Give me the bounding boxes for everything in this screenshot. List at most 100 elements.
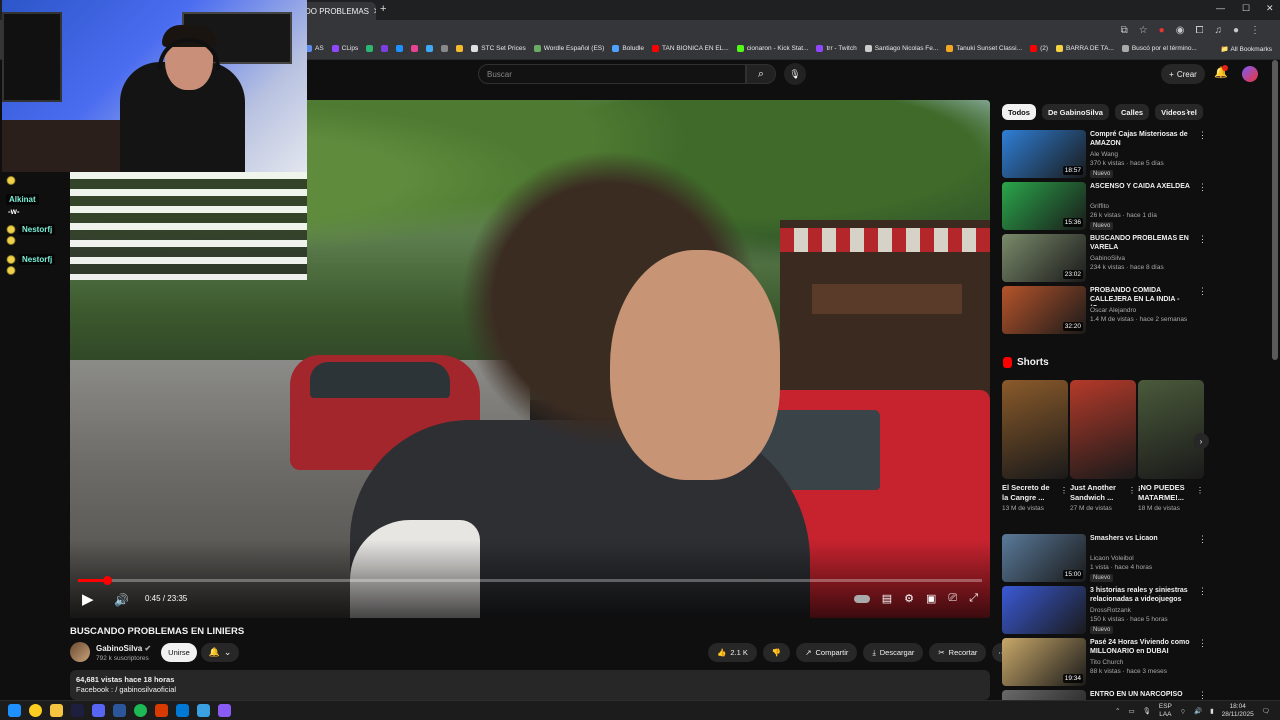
more-vertical-icon[interactable]: ⋮ bbox=[1196, 486, 1204, 495]
bookmark-item[interactable]: Wordle Español (ES) bbox=[533, 45, 604, 52]
progress-bar[interactable] bbox=[78, 576, 982, 585]
bookmark-item[interactable]: trr - Twitch bbox=[816, 45, 857, 52]
steam-icon[interactable] bbox=[71, 704, 84, 717]
bookmark-item[interactable]: BARRA DE TA... bbox=[1056, 45, 1114, 52]
bookmark-item[interactable]: Santiago Nicolas Fe... bbox=[864, 45, 938, 52]
bookmark-item[interactable]: AS bbox=[305, 45, 324, 52]
filter-chip[interactable]: De GabinoSilva bbox=[1041, 104, 1109, 120]
recommended-channel[interactable]: Tito Church bbox=[1090, 659, 1123, 666]
account-avatar[interactable] bbox=[1242, 66, 1258, 82]
extension-red-icon[interactable]: ● bbox=[1159, 25, 1165, 36]
bookmark-item[interactable] bbox=[396, 45, 404, 52]
bookmark-item[interactable]: Buscó por el término... bbox=[1121, 45, 1197, 52]
maximize-icon[interactable]: ☐ bbox=[1242, 3, 1250, 14]
more-vertical-icon[interactable]: ⋮ bbox=[1198, 130, 1207, 141]
discord-icon[interactable] bbox=[92, 704, 105, 717]
recommended-title[interactable]: Smashers vs Licaon bbox=[1090, 534, 1194, 543]
miniplayer-icon[interactable]: ▣ bbox=[926, 592, 936, 605]
recommended-channel[interactable]: Licaon Voleibol bbox=[1090, 555, 1134, 562]
subscribe-bell-button[interactable]: 🔔 ⌄ bbox=[201, 643, 239, 662]
star-icon[interactable]: ☆ bbox=[1139, 25, 1148, 36]
app-icon[interactable] bbox=[218, 704, 231, 717]
bookmark-item[interactable]: Tanuki Sunset Classi... bbox=[946, 45, 1022, 52]
short-title[interactable]: ¡NO PUEDES MATARME!... bbox=[1138, 483, 1192, 503]
video-thumbnail[interactable]: 15:00 bbox=[1002, 534, 1086, 582]
bookmark-item[interactable] bbox=[381, 45, 389, 52]
bookmark-item[interactable] bbox=[456, 45, 464, 52]
bookmark-item[interactable]: TAN BIONICA EN EL... bbox=[652, 45, 729, 52]
recommended-video[interactable]: 3 historias reales y siniestras relacion… bbox=[1002, 586, 1207, 634]
recommended-channel[interactable]: Ale Wang bbox=[1090, 151, 1118, 158]
speaker-icon[interactable]: 🔊 bbox=[1194, 707, 1202, 715]
create-button[interactable]: + Crear bbox=[1161, 64, 1205, 84]
notification-center-icon[interactable]: 🗨 bbox=[1262, 707, 1270, 715]
filter-chip[interactable]: Calles bbox=[1114, 104, 1150, 120]
mic-tray-icon[interactable]: 🎙 bbox=[1143, 707, 1151, 715]
recommended-channel[interactable]: Griffito bbox=[1090, 203, 1109, 210]
bookmark-item[interactable]: Boludle bbox=[612, 45, 644, 52]
recommended-title[interactable]: ASCENSO Y CAIDA AXELDEA bbox=[1090, 182, 1194, 191]
cast-tv-icon[interactable]: ⎚ bbox=[948, 592, 957, 605]
close-window-icon[interactable]: ✕ bbox=[1266, 3, 1274, 14]
battery-icon[interactable]: ▭ bbox=[1128, 707, 1134, 715]
page-scrollbar[interactable] bbox=[1272, 60, 1278, 360]
bookmark-item[interactable]: STC Set Prices bbox=[471, 45, 526, 52]
spotify-icon[interactable] bbox=[134, 704, 147, 717]
recommended-video[interactable]: 23:02 BUSCANDO PROBLEMAS EN VARELA GabinoS… bbox=[1002, 234, 1207, 282]
more-vertical-icon[interactable]: ⋮ bbox=[1198, 234, 1207, 245]
fullscreen-icon[interactable]: ⤢ bbox=[969, 592, 978, 605]
short-item[interactable]: Just Another Sandwich ... 27 M de vistas ⋮ bbox=[1070, 380, 1136, 512]
video-thumbnail[interactable]: 19:34 bbox=[1002, 638, 1086, 686]
recommended-channel[interactable]: DrossRotzank bbox=[1090, 607, 1131, 614]
more-vertical-icon[interactable]: ⋮ bbox=[1198, 534, 1207, 545]
bookmark-item[interactable] bbox=[366, 45, 374, 52]
voice-search-button[interactable]: 🎙 bbox=[784, 63, 806, 85]
like-button[interactable]: 👍 2.1 K bbox=[708, 643, 757, 662]
new-tab-icon[interactable]: + bbox=[380, 3, 386, 15]
more-vertical-icon[interactable]: ⋮ bbox=[1060, 486, 1068, 495]
subtitles-icon[interactable]: ▤ bbox=[882, 592, 892, 605]
bookmark-item[interactable] bbox=[441, 45, 449, 52]
all-bookmarks-button[interactable]: 📁 All Bookmarks bbox=[1221, 45, 1272, 53]
clip-button[interactable]: ✂ Recortar bbox=[929, 643, 987, 662]
video-thumbnail[interactable]: 23:02 bbox=[1002, 234, 1086, 282]
recommended-video[interactable]: 15:00 Smashers vs Licaon Licaon Voleibol 1 … bbox=[1002, 534, 1207, 582]
profile-icon[interactable]: ● bbox=[1233, 25, 1239, 36]
filter-chip[interactable]: Videos rel bbox=[1155, 104, 1203, 120]
tab-close-icon[interactable]: ✕ bbox=[373, 6, 376, 17]
more-vertical-icon[interactable]: ⋮ bbox=[1198, 286, 1207, 297]
short-thumbnail[interactable] bbox=[1138, 380, 1204, 479]
description-box[interactable]: 64,681 vistas hace 18 horas Facebook : /… bbox=[70, 670, 990, 700]
network-icon[interactable]: ⌔ bbox=[1180, 707, 1186, 716]
short-item[interactable]: El Secreto de la Cangre ... 13 M de vista… bbox=[1002, 380, 1068, 512]
app-icon[interactable] bbox=[197, 704, 210, 717]
shorts-next-icon[interactable]: › bbox=[1193, 433, 1209, 449]
settings-gear-icon[interactable]: ⚙ bbox=[904, 592, 914, 605]
recommended-title[interactable]: Pasé 24 Horas Viviendo como MILLONARIO e… bbox=[1090, 638, 1194, 656]
app-icon[interactable] bbox=[155, 704, 168, 717]
volume-icon[interactable]: 🔊 bbox=[114, 593, 129, 607]
channel-avatar[interactable] bbox=[70, 642, 90, 662]
language-indicator[interactable]: ESP LAA bbox=[1159, 703, 1172, 719]
short-title[interactable]: El Secreto de la Cangre ... bbox=[1002, 483, 1056, 503]
browser-tab-active[interactable]: DO PROBLEMAS ✕ bbox=[300, 2, 376, 20]
recommended-channel[interactable]: GabinoSilva bbox=[1090, 255, 1125, 262]
channel-name[interactable]: GabinoSilva ✔ bbox=[96, 644, 151, 653]
more-vertical-icon[interactable]: ⋮ bbox=[1198, 586, 1207, 597]
more-vertical-icon[interactable]: ⋮ bbox=[1198, 638, 1207, 649]
file-explorer-icon[interactable] bbox=[50, 704, 63, 717]
recommended-video[interactable]: 18:57 Compré Cajas Misteriosas de AMAZON A… bbox=[1002, 130, 1207, 178]
video-thumbnail[interactable]: 15:36 bbox=[1002, 182, 1086, 230]
recommended-video[interactable]: 19:34 Pasé 24 Horas Viviendo como MILLONA… bbox=[1002, 638, 1207, 686]
more-vertical-icon[interactable]: ⋮ bbox=[1128, 486, 1136, 495]
bookmark-item[interactable]: (2) bbox=[1030, 45, 1048, 52]
filter-chip[interactable]: Todos bbox=[1002, 104, 1036, 120]
tray-battery-icon[interactable]: ▮ bbox=[1210, 707, 1214, 715]
more-vertical-icon[interactable]: ⋮ bbox=[1198, 182, 1207, 193]
app-icon[interactable] bbox=[176, 704, 189, 717]
video-thumbnail[interactable]: 18:57 bbox=[1002, 130, 1086, 178]
join-button[interactable]: Unirse bbox=[161, 643, 197, 662]
menu-icon[interactable]: ⋮ bbox=[1250, 25, 1260, 36]
minimize-icon[interactable]: — bbox=[1216, 3, 1225, 13]
short-title[interactable]: Just Another Sandwich ... bbox=[1070, 483, 1124, 503]
